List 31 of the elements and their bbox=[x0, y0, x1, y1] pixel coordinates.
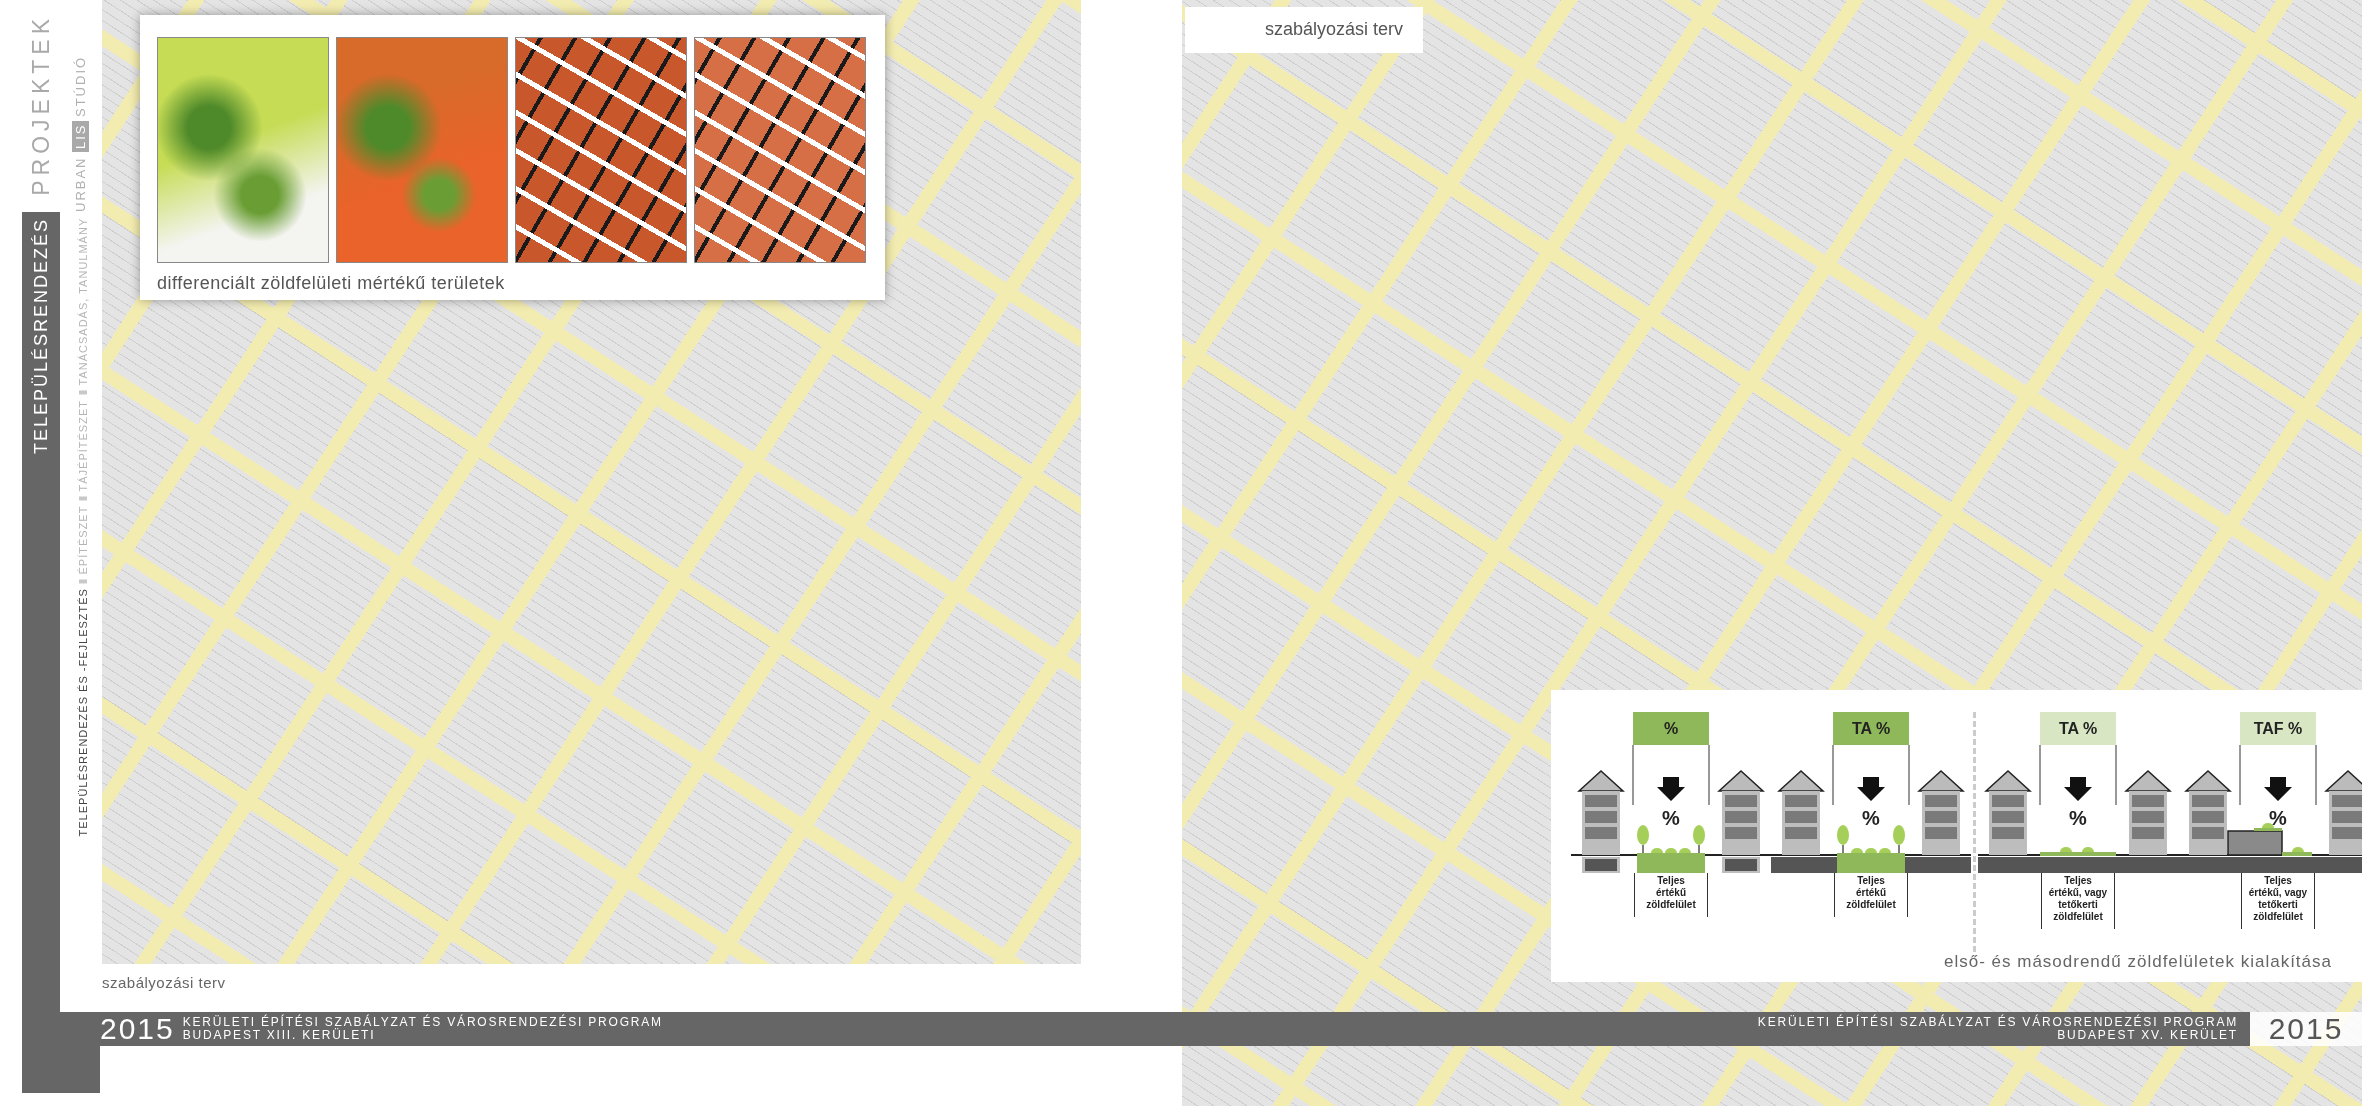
program-title: KERÜLETI ÉPÍTÉSI SZABÁLYZAT ÉS VÁROSRENDEZÉSI PROGRAM bbox=[182, 1016, 663, 1029]
ratio-header: TA % bbox=[2040, 712, 2116, 745]
section-title: TELEPÜLÉSRENDEZÉS bbox=[30, 218, 52, 455]
program-title: KERÜLETI ÉPÍTÉSI SZABÁLYZAT ÉS VÁROSRENDEZÉSI PROGRAM bbox=[1757, 1016, 2238, 1029]
percent-sign: % bbox=[2269, 807, 2287, 829]
surface-type-label: Teljes értékű, vagy tetőkerti zöldfelület bbox=[2241, 873, 2315, 929]
ratio-header: TA % bbox=[1833, 712, 1909, 745]
brand-name: STÚDIÓ bbox=[72, 55, 88, 117]
year-label: 2015 bbox=[100, 1014, 175, 1044]
service-label: ÉPÍTÉSZET bbox=[77, 505, 89, 575]
program-title: BUDAPEST XIII. KERÜLETI bbox=[182, 1029, 377, 1042]
service-label: TELEPÜLÉSRENDEZÉS ÉS -FEJLESZTÉS bbox=[77, 588, 89, 837]
percent-sign: % bbox=[1662, 807, 1680, 829]
map-caption: szabályozási terv bbox=[102, 973, 226, 991]
ratio-header: % bbox=[1633, 712, 1709, 745]
map-caption: szabályozási terv bbox=[1185, 7, 1424, 53]
diagram-caption: első- és másodrendű zöldfelületek kialakítása bbox=[1943, 952, 2332, 972]
surface-type-label: Teljes értékű zöldfelület bbox=[1834, 873, 1908, 917]
inset-caption: differenciált zöldfelületi mértékű területek bbox=[157, 273, 506, 294]
service-label: TANÁCSADÁS, TANULMÁNY bbox=[77, 218, 89, 386]
year-label: 2015 bbox=[2250, 1012, 2362, 1046]
surface-type-label: Teljes értékű zöldfelület bbox=[1634, 873, 1708, 917]
percent-sign: % bbox=[2069, 807, 2087, 829]
brand-name: URBAN bbox=[72, 156, 88, 212]
percent-sign: % bbox=[1862, 807, 1880, 829]
program-title: BUDAPEST XV. KERÜLET bbox=[2057, 1029, 2238, 1042]
surface-type-label: Teljes értékű, vagy tetőkerti zöldfelület bbox=[2041, 873, 2115, 929]
brand-mark: LIS bbox=[71, 120, 89, 153]
ratio-header: TAF % bbox=[2240, 712, 2316, 745]
service-label: TÁJÉPÍTÉSZET bbox=[77, 399, 89, 492]
brand-title: PROJEKTEK bbox=[27, 14, 55, 196]
